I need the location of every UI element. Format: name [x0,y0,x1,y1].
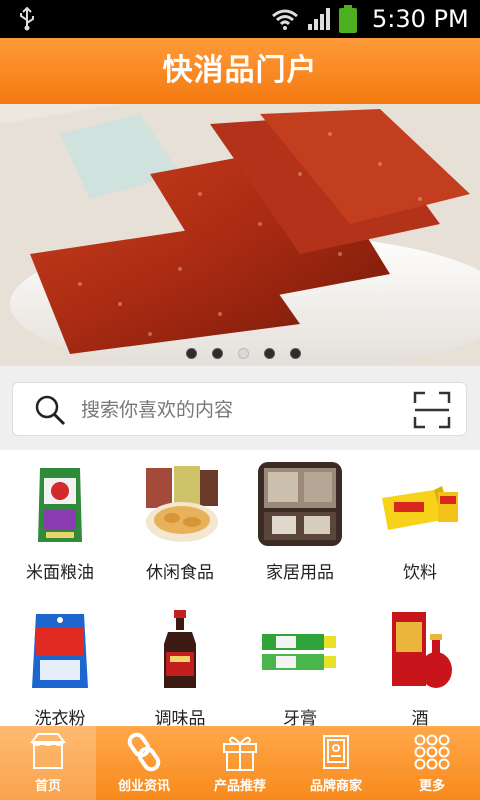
drink-box-image [382,486,458,530]
category-item[interactable]: 酒 [360,596,480,736]
tab-label: 更多 [418,779,445,794]
category-label: 米面粮油 [26,563,94,583]
gift-icon [223,736,257,771]
liquor-image [392,612,452,688]
banner-image [0,104,480,366]
category-item[interactable]: 家居用品 [240,450,360,590]
signal-icon [308,8,330,30]
battery-icon [339,5,357,33]
tab-product-recommend[interactable]: 产品推荐 [192,726,288,800]
category-item[interactable]: 调味品 [120,596,240,736]
banner-carousel[interactable] [0,104,480,366]
tab-label: 产品推荐 [213,779,266,794]
tab-more[interactable]: 更多 [384,726,480,800]
status-time: 5:30 PM [372,5,469,33]
carousel-dot[interactable] [186,348,197,359]
grid-dots-icon [414,734,450,770]
home-icon [30,733,66,769]
status-bar: 5:30 PM [0,0,480,38]
rice-bag-image [38,468,82,542]
category-label: 休闲食品 [146,563,214,583]
tab-label: 品牌商家 [309,779,362,794]
toothpaste-image [262,634,336,670]
category-label: 饮料 [403,563,437,583]
carousel-dot[interactable] [290,348,301,359]
detergent-image [32,614,88,688]
furniture-image [258,462,342,546]
tab-brand-merchants[interactable]: 品牌商家 [288,726,384,800]
category-item[interactable]: 休闲食品 [120,450,240,590]
book-icon [323,735,349,769]
search-icon [35,395,66,426]
search-bar[interactable]: 搜索你喜欢的内容 [12,382,467,436]
carousel-dot[interactable] [264,348,275,359]
carousel-indicator [186,348,306,360]
wifi-icon [272,9,298,30]
bottom-tab-bar: 首页 创业资讯 产品推荐 品牌商家 更多 [0,726,480,800]
category-item[interactable]: 饮料 [360,450,480,590]
category-label: 家居用品 [266,563,334,583]
category-item[interactable]: 洗衣粉 [0,596,120,736]
category-item[interactable]: 米面粮油 [0,450,120,590]
category-item[interactable]: 牙膏 [240,596,360,736]
link-icon [127,732,161,772]
search-input[interactable]: 搜索你喜欢的内容 [81,383,233,437]
tab-home[interactable]: 首页 [0,726,96,800]
carousel-dot-active[interactable] [238,348,249,359]
snack-food-image [146,466,218,542]
carousel-dot[interactable] [212,348,223,359]
tab-label: 创业资讯 [117,779,170,794]
usb-icon [20,6,34,31]
app-header: 快消品门户 [0,38,480,104]
soy-sauce-image [164,610,196,688]
tab-label: 首页 [34,779,61,794]
category-grid: 米面粮油 休闲食品 家居用品 饮料 洗衣粉 调味品 牙膏 酒 [0,450,480,729]
tab-business-news[interactable]: 创业资讯 [96,726,192,800]
page-title: 快消品门户 [162,53,318,88]
scan-icon[interactable] [413,391,451,429]
